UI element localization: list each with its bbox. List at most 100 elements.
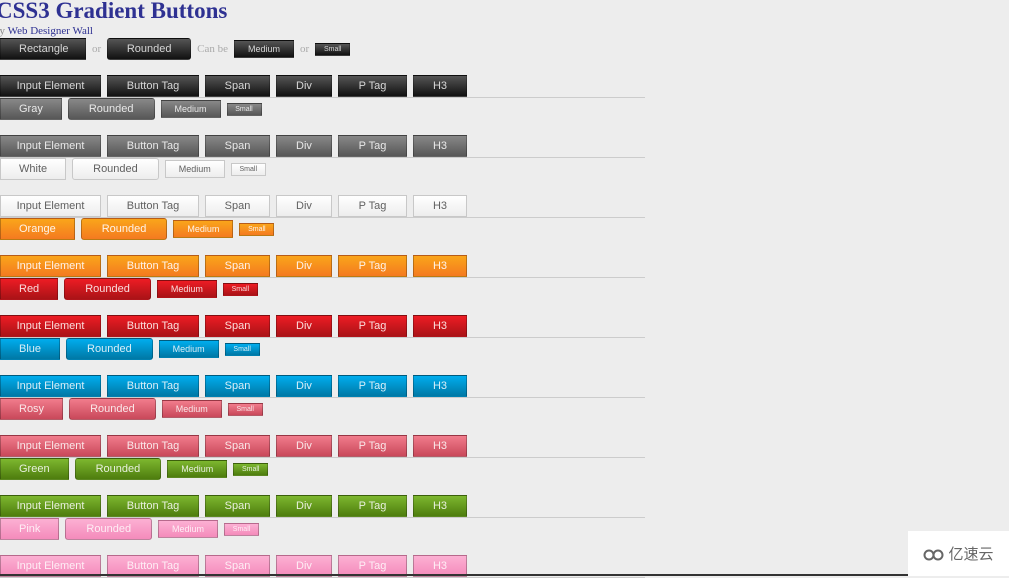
- small-button[interactable]: Small: [233, 462, 269, 476]
- blue-button[interactable]: Blue: [0, 338, 61, 360]
- white-button[interactable]: White: [0, 158, 67, 180]
- small-button[interactable]: Small: [224, 342, 260, 356]
- tag-button-button-tag[interactable]: Button Tag: [107, 495, 199, 517]
- tag-button-input-element[interactable]: Input Element: [0, 135, 101, 157]
- tag-button-span[interactable]: Span: [205, 495, 270, 517]
- tag-button-span[interactable]: Span: [205, 315, 270, 337]
- rounded-button[interactable]: Rounded: [64, 278, 151, 300]
- tag-button-p-tag[interactable]: P Tag: [338, 195, 407, 217]
- byline-author-link[interactable]: Web Designer Wall: [8, 25, 93, 37]
- tag-button-p-tag[interactable]: P Tag: [338, 315, 407, 337]
- color-row-orange: Orange Rounded Medium Small: [0, 218, 280, 240]
- orange-button[interactable]: Orange: [0, 218, 75, 240]
- color-row-green: Green Rounded Medium Small: [0, 458, 274, 480]
- tag-button-button-tag[interactable]: Button Tag: [107, 435, 199, 457]
- byline: by Web Designer Wall: [0, 25, 93, 37]
- tag-button-div[interactable]: Div: [276, 135, 332, 157]
- pink-button[interactable]: Pink: [0, 518, 60, 540]
- tag-button-p-tag[interactable]: P Tag: [338, 495, 407, 517]
- tag-row-orange: Input Element Button Tag Span Div P Tag H3: [0, 255, 473, 277]
- medium-button[interactable]: Medium: [161, 400, 222, 418]
- tag-button-div[interactable]: Div: [276, 375, 332, 397]
- tag-row-red: Input Element Button Tag Span Div P Tag H3: [0, 315, 473, 337]
- rounded-button[interactable]: Rounded: [107, 38, 192, 60]
- tag-button-h3[interactable]: H3: [413, 495, 467, 517]
- rounded-button[interactable]: Rounded: [69, 398, 156, 420]
- rectangle-button[interactable]: Rectangle: [0, 38, 86, 60]
- medium-button[interactable]: Medium: [156, 280, 217, 298]
- tag-button-div[interactable]: Div: [276, 255, 332, 277]
- medium-button[interactable]: Medium: [160, 100, 221, 118]
- tag-button-button-tag[interactable]: Button Tag: [107, 135, 199, 157]
- red-button[interactable]: Red: [0, 278, 59, 300]
- tag-button-h3[interactable]: H3: [413, 255, 467, 277]
- tag-button-input-element[interactable]: Input Element: [0, 435, 101, 457]
- tag-button-input-element[interactable]: Input Element: [0, 495, 101, 517]
- rounded-button[interactable]: Rounded: [66, 338, 153, 360]
- tag-button-span[interactable]: Span: [205, 255, 270, 277]
- tag-button-h3[interactable]: H3: [413, 315, 467, 337]
- tag-button-h3[interactable]: H3: [413, 195, 467, 217]
- tag-button-p-tag[interactable]: P Tag: [338, 375, 407, 397]
- tag-button-button-tag[interactable]: Button Tag: [107, 315, 199, 337]
- medium-button[interactable]: Medium: [158, 340, 219, 358]
- rosy-button[interactable]: Rosy: [0, 398, 64, 420]
- color-row-pink: Pink Rounded Medium Small: [0, 518, 265, 540]
- gray-button[interactable]: Gray: [0, 98, 62, 120]
- tag-button-div[interactable]: Div: [276, 75, 332, 97]
- tag-button-button-tag[interactable]: Button Tag: [107, 75, 199, 97]
- tag-button-div[interactable]: Div: [276, 315, 332, 337]
- tag-button-h3[interactable]: H3: [413, 75, 467, 97]
- tag-button-h3[interactable]: H3: [413, 435, 467, 457]
- color-row-red: Red Rounded Medium Small: [0, 278, 264, 300]
- medium-button[interactable]: Medium: [164, 160, 225, 178]
- small-button[interactable]: Small: [230, 162, 266, 176]
- tag-row-rosy: Input Element Button Tag Span Div P Tag H3: [0, 435, 473, 457]
- medium-button[interactable]: Medium: [167, 460, 228, 478]
- tag-button-span[interactable]: Span: [205, 75, 270, 97]
- tag-button-p-tag[interactable]: P Tag: [338, 75, 407, 97]
- tag-button-p-tag[interactable]: P Tag: [338, 135, 407, 157]
- tag-button-input-element[interactable]: Input Element: [0, 195, 101, 217]
- tag-button-input-element[interactable]: Input Element: [0, 375, 101, 397]
- can-be-label: Can be: [197, 43, 229, 55]
- medium-button[interactable]: Medium: [173, 220, 234, 238]
- tag-button-input-element[interactable]: Input Element: [0, 255, 101, 277]
- medium-button[interactable]: Medium: [158, 520, 219, 538]
- rounded-button[interactable]: Rounded: [72, 158, 159, 180]
- tag-button-span[interactable]: Span: [205, 195, 270, 217]
- small-button[interactable]: Small: [224, 522, 260, 536]
- small-button[interactable]: Small: [226, 102, 262, 116]
- cloud-logo-icon: [923, 549, 944, 560]
- intro-row: Rectangle or Rounded Can be Medium or Sm…: [0, 38, 356, 60]
- medium-button[interactable]: Medium: [234, 40, 295, 58]
- tag-button-h3[interactable]: H3: [413, 135, 467, 157]
- small-button[interactable]: Small: [222, 282, 258, 296]
- tag-button-span[interactable]: Span: [205, 135, 270, 157]
- rounded-button[interactable]: Rounded: [80, 218, 168, 240]
- small-button[interactable]: Small: [227, 402, 263, 416]
- tag-button-div[interactable]: Div: [276, 495, 332, 517]
- tag-row-white: Input Element Button Tag Span Div P Tag H3: [0, 195, 473, 217]
- green-button[interactable]: Green: [0, 458, 69, 480]
- tag-button-input-element[interactable]: Input Element: [0, 75, 101, 97]
- rounded-button[interactable]: Rounded: [67, 98, 155, 120]
- small-button[interactable]: Small: [315, 42, 351, 56]
- tag-button-span[interactable]: Span: [205, 435, 270, 457]
- watermark-logo: 亿速云: [908, 531, 1009, 576]
- small-button[interactable]: Small: [239, 222, 275, 236]
- tag-button-span[interactable]: Span: [205, 375, 270, 397]
- tag-button-h3[interactable]: H3: [413, 375, 467, 397]
- tag-button-button-tag[interactable]: Button Tag: [107, 195, 199, 217]
- tag-button-input-element[interactable]: Input Element: [0, 315, 101, 337]
- tag-button-button-tag[interactable]: Button Tag: [107, 375, 199, 397]
- rounded-button[interactable]: Rounded: [74, 458, 162, 480]
- tag-button-p-tag[interactable]: P Tag: [338, 255, 407, 277]
- rounded-button[interactable]: Rounded: [65, 518, 153, 540]
- tag-button-div[interactable]: Div: [276, 435, 332, 457]
- byline-prefix: by: [0, 25, 5, 37]
- tag-button-div[interactable]: Div: [276, 195, 332, 217]
- tag-row-gray: Input Element Button Tag Span Div P Tag H3: [0, 135, 473, 157]
- tag-button-p-tag[interactable]: P Tag: [338, 435, 407, 457]
- tag-button-button-tag[interactable]: Button Tag: [107, 255, 199, 277]
